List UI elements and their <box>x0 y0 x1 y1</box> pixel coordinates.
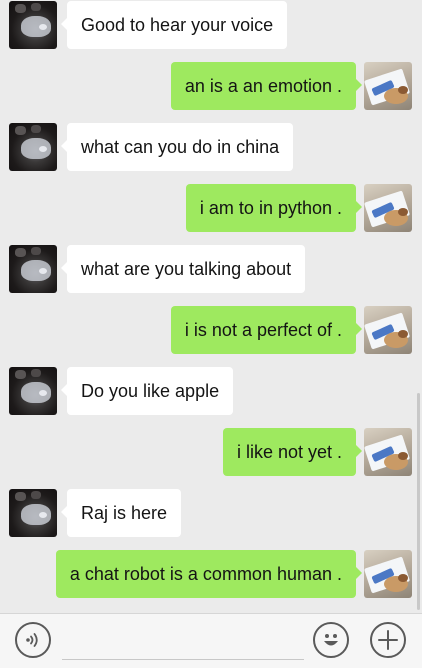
outgoing-message: a chat robot is a common human . <box>0 550 422 598</box>
bot-avatar[interactable] <box>9 489 57 537</box>
user-avatar[interactable] <box>364 62 412 110</box>
user-avatar[interactable] <box>364 306 412 354</box>
voice-wave-icon <box>26 633 38 647</box>
incoming-message: what can you do in china <box>0 123 422 171</box>
input-bar <box>0 613 422 668</box>
message-bubble[interactable]: Raj is here <box>60 489 182 537</box>
emoji-button[interactable] <box>313 622 349 658</box>
bot-avatar[interactable] <box>9 123 57 171</box>
incoming-message: Good to hear your voice <box>0 1 422 49</box>
message-bubble[interactable]: i like not yet . <box>222 428 363 476</box>
user-avatar[interactable] <box>364 550 412 598</box>
bot-avatar[interactable] <box>9 367 57 415</box>
message-bubble[interactable]: what are you talking about <box>60 245 306 293</box>
message-bubble[interactable]: what can you do in china <box>60 123 294 171</box>
outgoing-message: i is not a perfect of . <box>0 306 422 354</box>
scrollbar[interactable] <box>417 393 420 610</box>
message-bubble[interactable]: Good to hear your voice <box>60 1 288 49</box>
outgoing-message: an is a an emotion . <box>0 62 422 110</box>
message-bubble[interactable]: i is not a perfect of . <box>170 306 363 354</box>
user-avatar[interactable] <box>364 428 412 476</box>
message-input[interactable] <box>62 659 304 660</box>
bot-avatar[interactable] <box>9 1 57 49</box>
outgoing-message: i like not yet . <box>0 428 422 476</box>
outgoing-message: i am to in python . <box>0 184 422 232</box>
chat-screen: Good to hear your voice an is a an emoti… <box>0 0 422 668</box>
message-bubble[interactable]: Do you like apple <box>60 367 234 415</box>
message-bubble[interactable]: a chat robot is a common human . <box>55 550 363 598</box>
more-button[interactable] <box>370 622 406 658</box>
incoming-message: what are you talking about <box>0 245 422 293</box>
incoming-message: Raj is here <box>0 489 422 537</box>
user-avatar[interactable] <box>364 184 412 232</box>
smiley-face-icon <box>324 634 338 646</box>
bot-avatar[interactable] <box>9 245 57 293</box>
plus-icon <box>378 630 398 650</box>
message-bubble[interactable]: i am to in python . <box>185 184 363 232</box>
voice-button[interactable] <box>15 622 51 658</box>
incoming-message: Do you like apple <box>0 367 422 415</box>
message-bubble[interactable]: an is a an emotion . <box>170 62 363 110</box>
